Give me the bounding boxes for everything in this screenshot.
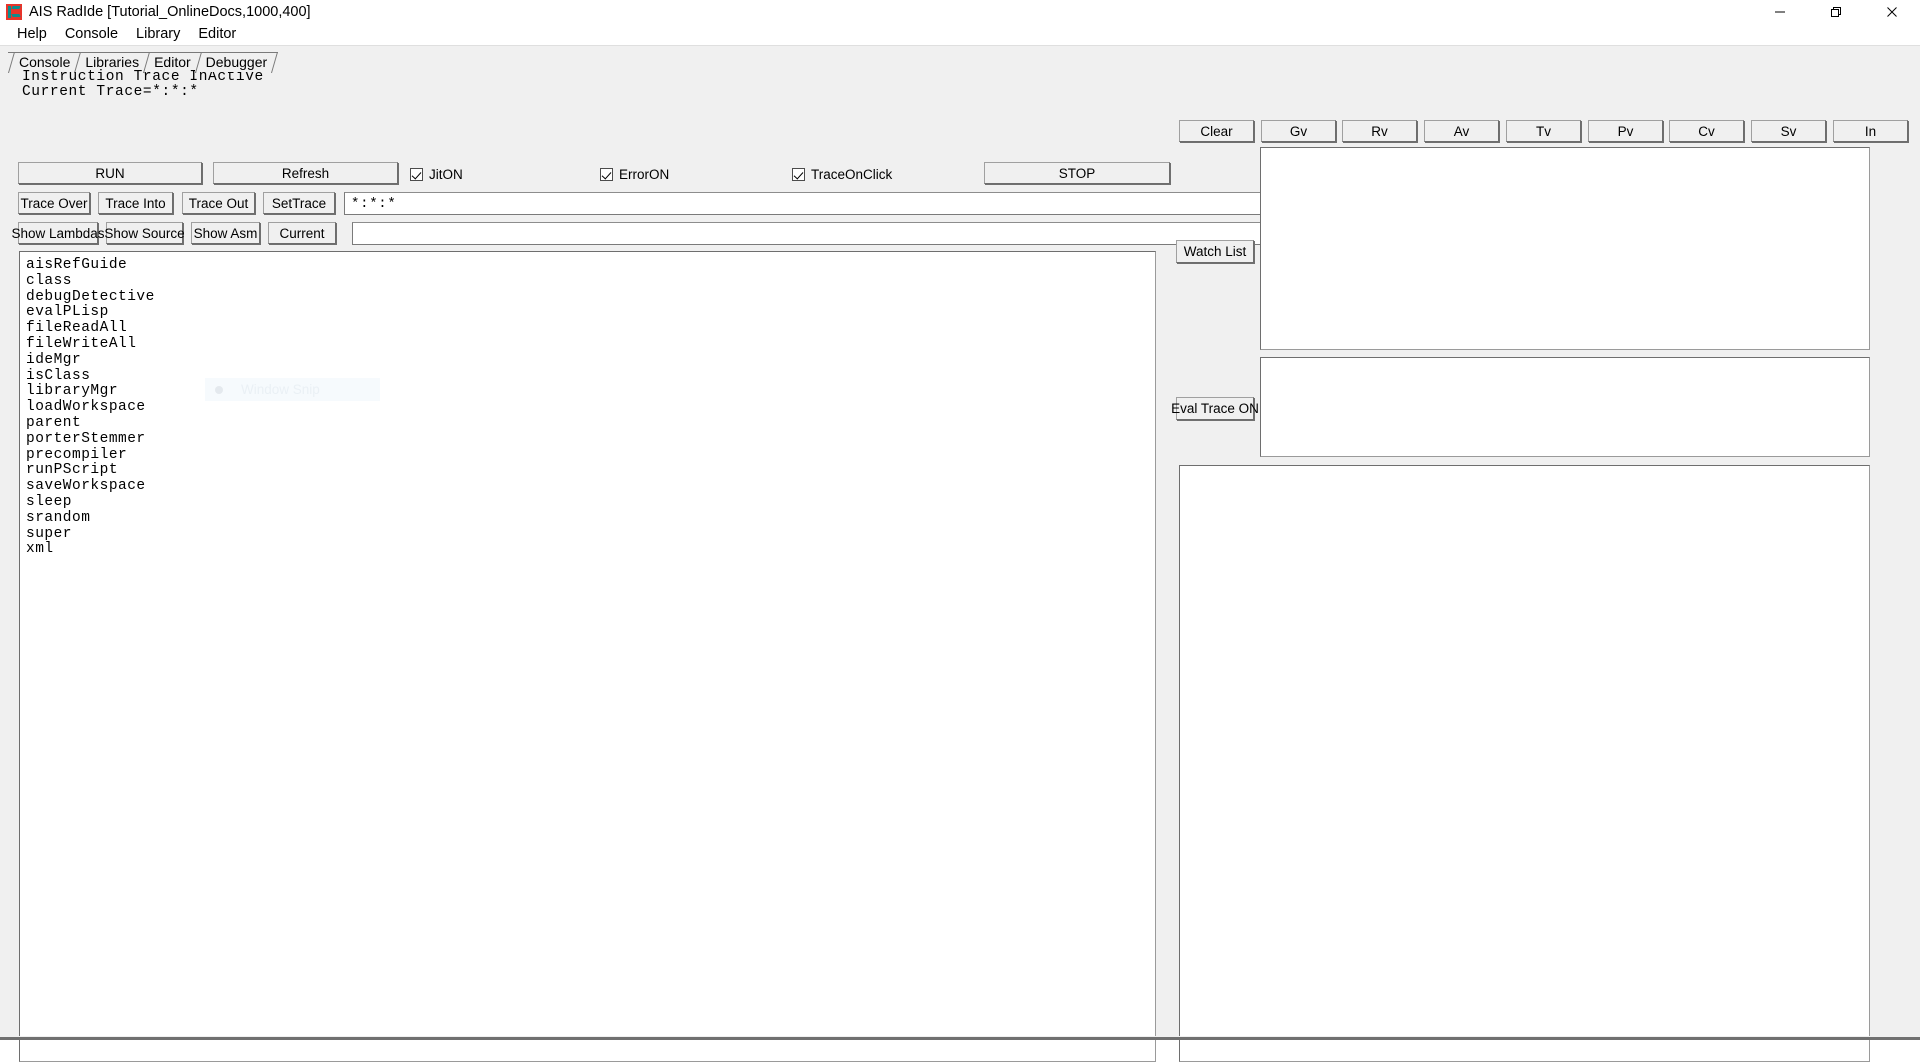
- list-item[interactable]: aisRefGuide: [26, 257, 1155, 274]
- output-panel[interactable]: [1179, 465, 1870, 1062]
- title-bar: AIS RadIde [Tutorial_OnlineDocs,1000,400…: [0, 0, 1920, 23]
- list-item[interactable]: sleep: [26, 494, 1155, 511]
- list-item[interactable]: saveWorkspace: [26, 478, 1155, 495]
- show-asm-button[interactable]: Show Asm: [191, 222, 260, 244]
- symbol-list-panel[interactable]: aisRefGuide class debugDetective evalPLisp f…: [19, 251, 1156, 1062]
- pv-button[interactable]: Pv: [1588, 120, 1663, 142]
- window-snip-label: Window Snip: [241, 382, 320, 397]
- clear-button[interactable]: Clear: [1179, 120, 1254, 142]
- window-snip-icon: [215, 385, 223, 394]
- list-item[interactable]: runPScript: [26, 463, 1155, 479]
- checkbox-jiton-label: JitON: [429, 167, 463, 182]
- list-item[interactable]: class: [26, 273, 1155, 290]
- trace-over-button[interactable]: Trace Over: [18, 192, 90, 214]
- current-trace-label: Current Trace=*:*:*: [22, 84, 199, 100]
- list-item[interactable]: srandom: [26, 510, 1155, 527]
- window-bottom-edge: [0, 1036, 1920, 1040]
- minimize-icon[interactable]: [1752, 0, 1808, 23]
- stop-button[interactable]: STOP: [984, 162, 1170, 184]
- menu-item-editor[interactable]: Editor: [189, 24, 245, 44]
- eval-trace-button[interactable]: Eval Trace ON: [1171, 397, 1259, 420]
- list-item[interactable]: fileReadAll: [26, 320, 1155, 337]
- checkbox-erroron[interactable]: ErrorON: [600, 167, 669, 182]
- tab-debugger[interactable]: Debugger: [194, 52, 279, 72]
- set-trace-button[interactable]: SetTrace: [263, 192, 335, 214]
- list-item[interactable]: precompiler: [26, 447, 1155, 464]
- window-title: AIS RadIde [Tutorial_OnlineDocs,1000,400…: [29, 3, 311, 20]
- trace-out-button[interactable]: Trace Out: [182, 192, 255, 214]
- cv-button[interactable]: Cv: [1669, 120, 1744, 142]
- gv-button[interactable]: Gv: [1261, 120, 1336, 142]
- watch-list-panel[interactable]: [1260, 147, 1870, 350]
- list-item[interactable]: xml: [26, 542, 1155, 558]
- rv-button[interactable]: Rv: [1342, 120, 1417, 142]
- menu-bar: Help Console Library Editor: [0, 23, 1920, 45]
- list-item[interactable]: isClass: [26, 368, 1155, 385]
- list-item[interactable]: loadWorkspace: [26, 399, 1155, 416]
- window-controls: [1752, 0, 1920, 23]
- checkbox-erroron-box[interactable]: [600, 168, 613, 181]
- list-item[interactable]: parent: [26, 415, 1155, 432]
- list-item[interactable]: fileWriteAll: [26, 336, 1155, 353]
- trace-into-button[interactable]: Trace Into: [98, 192, 173, 214]
- menu-item-library[interactable]: Library: [127, 24, 189, 44]
- show-source-button[interactable]: Show Source: [104, 222, 185, 244]
- list-item[interactable]: debugDetective: [26, 289, 1155, 306]
- menu-item-console[interactable]: Console: [56, 24, 127, 44]
- checkbox-traceonclick-label: TraceOnClick: [811, 167, 893, 182]
- watch-list-button[interactable]: Watch List: [1176, 240, 1254, 263]
- menu-item-help[interactable]: Help: [8, 24, 56, 44]
- list-item[interactable]: super: [26, 526, 1155, 543]
- checkbox-traceonclick-box[interactable]: [792, 168, 805, 181]
- av-button[interactable]: Av: [1424, 120, 1499, 142]
- tv-button[interactable]: Tv: [1506, 120, 1581, 142]
- symbol-list: aisRefGuide class debugDetective evalPLisp f…: [20, 252, 1155, 558]
- list-item[interactable]: porterStemmer: [26, 431, 1155, 448]
- eval-trace-panel[interactable]: [1260, 357, 1870, 457]
- maximize-icon[interactable]: [1808, 0, 1864, 23]
- app-icon: [6, 3, 22, 20]
- list-item[interactable]: ideMgr: [26, 352, 1155, 369]
- list-item[interactable]: libraryMgr: [26, 384, 1155, 400]
- in-button[interactable]: In: [1833, 120, 1908, 142]
- window-snip-ghost: Window Snip: [205, 378, 380, 401]
- checkbox-traceonclick[interactable]: TraceOnClick: [792, 167, 892, 182]
- refresh-button[interactable]: Refresh: [213, 162, 398, 184]
- list-item[interactable]: evalPLisp: [26, 305, 1155, 321]
- checkbox-jiton[interactable]: JitON: [410, 167, 463, 182]
- current-button[interactable]: Current: [268, 222, 336, 244]
- sv-button[interactable]: Sv: [1751, 120, 1826, 142]
- client-area: Console Libraries Editor Debugger Instru…: [0, 45, 1920, 1062]
- close-icon[interactable]: [1864, 0, 1920, 23]
- show-lambdas-button[interactable]: Show Lambdas: [11, 222, 105, 244]
- run-button[interactable]: RUN: [18, 162, 202, 184]
- checkbox-jiton-box[interactable]: [410, 168, 423, 181]
- checkbox-erroron-label: ErrorON: [619, 167, 670, 182]
